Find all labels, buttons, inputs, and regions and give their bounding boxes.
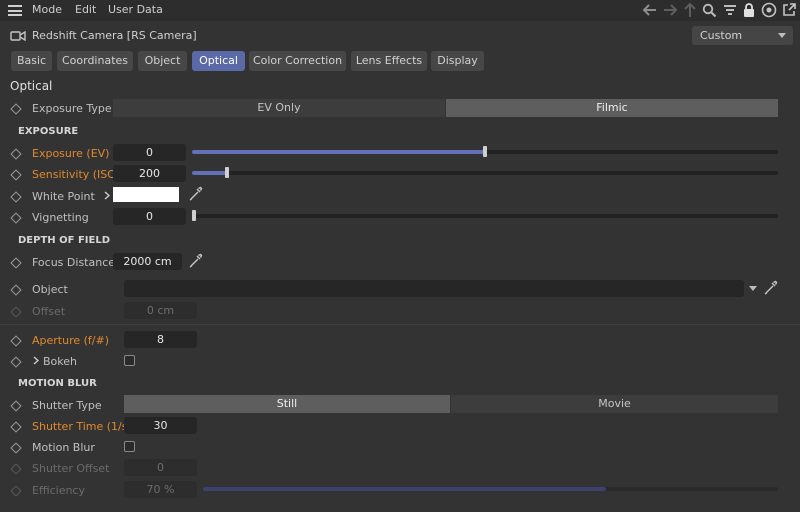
bokeh-checkbox[interactable]	[124, 355, 135, 366]
eyedropper-icon[interactable]	[188, 253, 203, 268]
focus-distance-field[interactable]: 2000 cm	[113, 253, 182, 270]
divider	[0, 324, 800, 325]
offset-label: Offset	[32, 305, 66, 318]
filter-icon[interactable]	[723, 4, 737, 16]
focus-distance-label: Focus Distance	[32, 256, 116, 269]
keyframe-diamond-icon[interactable]	[10, 103, 22, 115]
menu-mode[interactable]: Mode	[32, 3, 62, 16]
sensitivity-field[interactable]: 200	[113, 165, 186, 182]
preset-dropdown[interactable]: Custom	[692, 26, 793, 45]
menu-bar: Mode Edit User Data	[0, 0, 800, 21]
back-arrow-icon[interactable]	[642, 3, 658, 17]
vignetting-slider[interactable]	[192, 210, 778, 221]
chevron-down-icon	[778, 33, 786, 38]
eyedropper-icon[interactable]	[188, 186, 203, 201]
slider-fill	[192, 150, 485, 154]
aperture-field[interactable]: 8	[124, 331, 197, 348]
keyframe-diamond-icon[interactable]	[10, 421, 22, 433]
keyframe-diamond-icon[interactable]	[10, 442, 22, 454]
search-icon[interactable]	[702, 3, 717, 18]
shutter-type-label: Shutter Type	[32, 399, 102, 412]
section-title: Optical	[10, 79, 53, 93]
tab-basic[interactable]: Basic	[11, 51, 52, 71]
vignetting-field[interactable]: 0	[113, 208, 186, 225]
menu-edit[interactable]: Edit	[75, 3, 96, 16]
forward-arrow-icon[interactable]	[662, 3, 678, 17]
shutter-time-field[interactable]: 30	[124, 417, 197, 434]
white-point-label: White Point	[32, 190, 95, 203]
keyframe-diamond-icon	[10, 306, 22, 318]
keyframe-diamond-icon[interactable]	[10, 148, 22, 160]
slider-handle[interactable]	[483, 146, 487, 157]
exposure-type-label: Exposure Type	[32, 102, 112, 115]
shutter-offset-field: 0	[124, 459, 197, 476]
keyframe-diamond-icon[interactable]	[10, 284, 22, 296]
keyframe-diamond-icon[interactable]	[10, 356, 22, 368]
menu-user-data[interactable]: User Data	[108, 3, 163, 16]
tab-object[interactable]: Object	[138, 51, 187, 71]
exposure-type-ev-only[interactable]: EV Only	[113, 99, 445, 117]
tab-display[interactable]: Display	[431, 51, 484, 71]
slider-handle[interactable]	[225, 167, 230, 178]
efficiency-slider	[203, 487, 778, 491]
target-icon[interactable]	[761, 2, 777, 18]
keyframe-diamond-icon[interactable]	[10, 191, 22, 203]
shutter-type-still[interactable]: Still	[124, 395, 450, 413]
exposure-type-filmic[interactable]: Filmic	[446, 99, 778, 117]
aperture-label: Aperture (f/#)	[32, 334, 110, 347]
keyframe-diamond-icon	[10, 463, 22, 475]
object-header: Redshift Camera [RS Camera]	[0, 22, 800, 49]
exposure-ev-slider[interactable]	[192, 146, 778, 157]
group-motion-blur: MOTION BLUR	[18, 378, 97, 389]
vignetting-label: Vignetting	[32, 211, 89, 224]
shutter-time-label: Shutter Time (1/s)	[32, 420, 132, 433]
motion-blur-checkbox[interactable]	[124, 441, 135, 452]
keyframe-diamond-icon[interactable]	[10, 335, 22, 347]
eyedropper-icon[interactable]	[763, 280, 778, 295]
chevron-down-icon[interactable]	[749, 286, 757, 291]
up-arrow-icon[interactable]	[683, 2, 697, 18]
motion-blur-label: Motion Blur	[32, 441, 95, 454]
slider-handle[interactable]	[192, 210, 196, 221]
keyframe-diamond-icon[interactable]	[10, 169, 22, 181]
shutter-type-movie[interactable]: Movie	[451, 395, 778, 413]
keyframe-diamond-icon[interactable]	[10, 212, 22, 224]
object-title: Redshift Camera [RS Camera]	[32, 29, 197, 42]
keyframe-diamond-icon[interactable]	[10, 400, 22, 412]
efficiency-label: Efficiency	[32, 484, 85, 497]
bokeh-label: Bokeh	[43, 355, 77, 368]
keyframe-diamond-icon[interactable]	[10, 257, 22, 269]
tab-lens-effects[interactable]: Lens Effects	[351, 51, 427, 71]
sensitivity-label: Sensitivity (ISO)	[32, 168, 121, 181]
tab-color-correction[interactable]: Color Correction	[249, 51, 346, 71]
chevron-right-icon[interactable]	[33, 356, 39, 365]
shutter-offset-label: Shutter Offset	[32, 462, 110, 475]
exposure-ev-label: Exposure (EV)	[32, 147, 110, 160]
open-new-window-icon[interactable]	[781, 2, 797, 18]
sensitivity-slider[interactable]	[192, 167, 778, 178]
offset-field: 0 cm	[124, 302, 197, 319]
dof-object-link-field[interactable]	[124, 280, 744, 297]
tab-optical[interactable]: Optical	[192, 51, 245, 71]
preset-value: Custom	[700, 29, 743, 42]
hamburger-menu-icon[interactable]	[8, 5, 22, 16]
camera-icon	[10, 30, 26, 42]
lock-icon[interactable]	[742, 2, 756, 18]
group-depth-of-field: DEPTH OF FIELD	[18, 235, 111, 246]
efficiency-field: 70 %	[124, 481, 197, 498]
keyframe-diamond-icon	[10, 485, 22, 497]
white-point-swatch[interactable]	[113, 187, 179, 202]
tab-coordinates[interactable]: Coordinates	[57, 51, 133, 71]
group-exposure: EXPOSURE	[18, 126, 79, 137]
slider-fill	[192, 171, 228, 175]
slider-fill	[203, 487, 606, 491]
dof-object-label: Object	[32, 283, 68, 296]
exposure-ev-field[interactable]: 0	[113, 144, 186, 161]
chevron-right-icon[interactable]	[104, 191, 110, 200]
